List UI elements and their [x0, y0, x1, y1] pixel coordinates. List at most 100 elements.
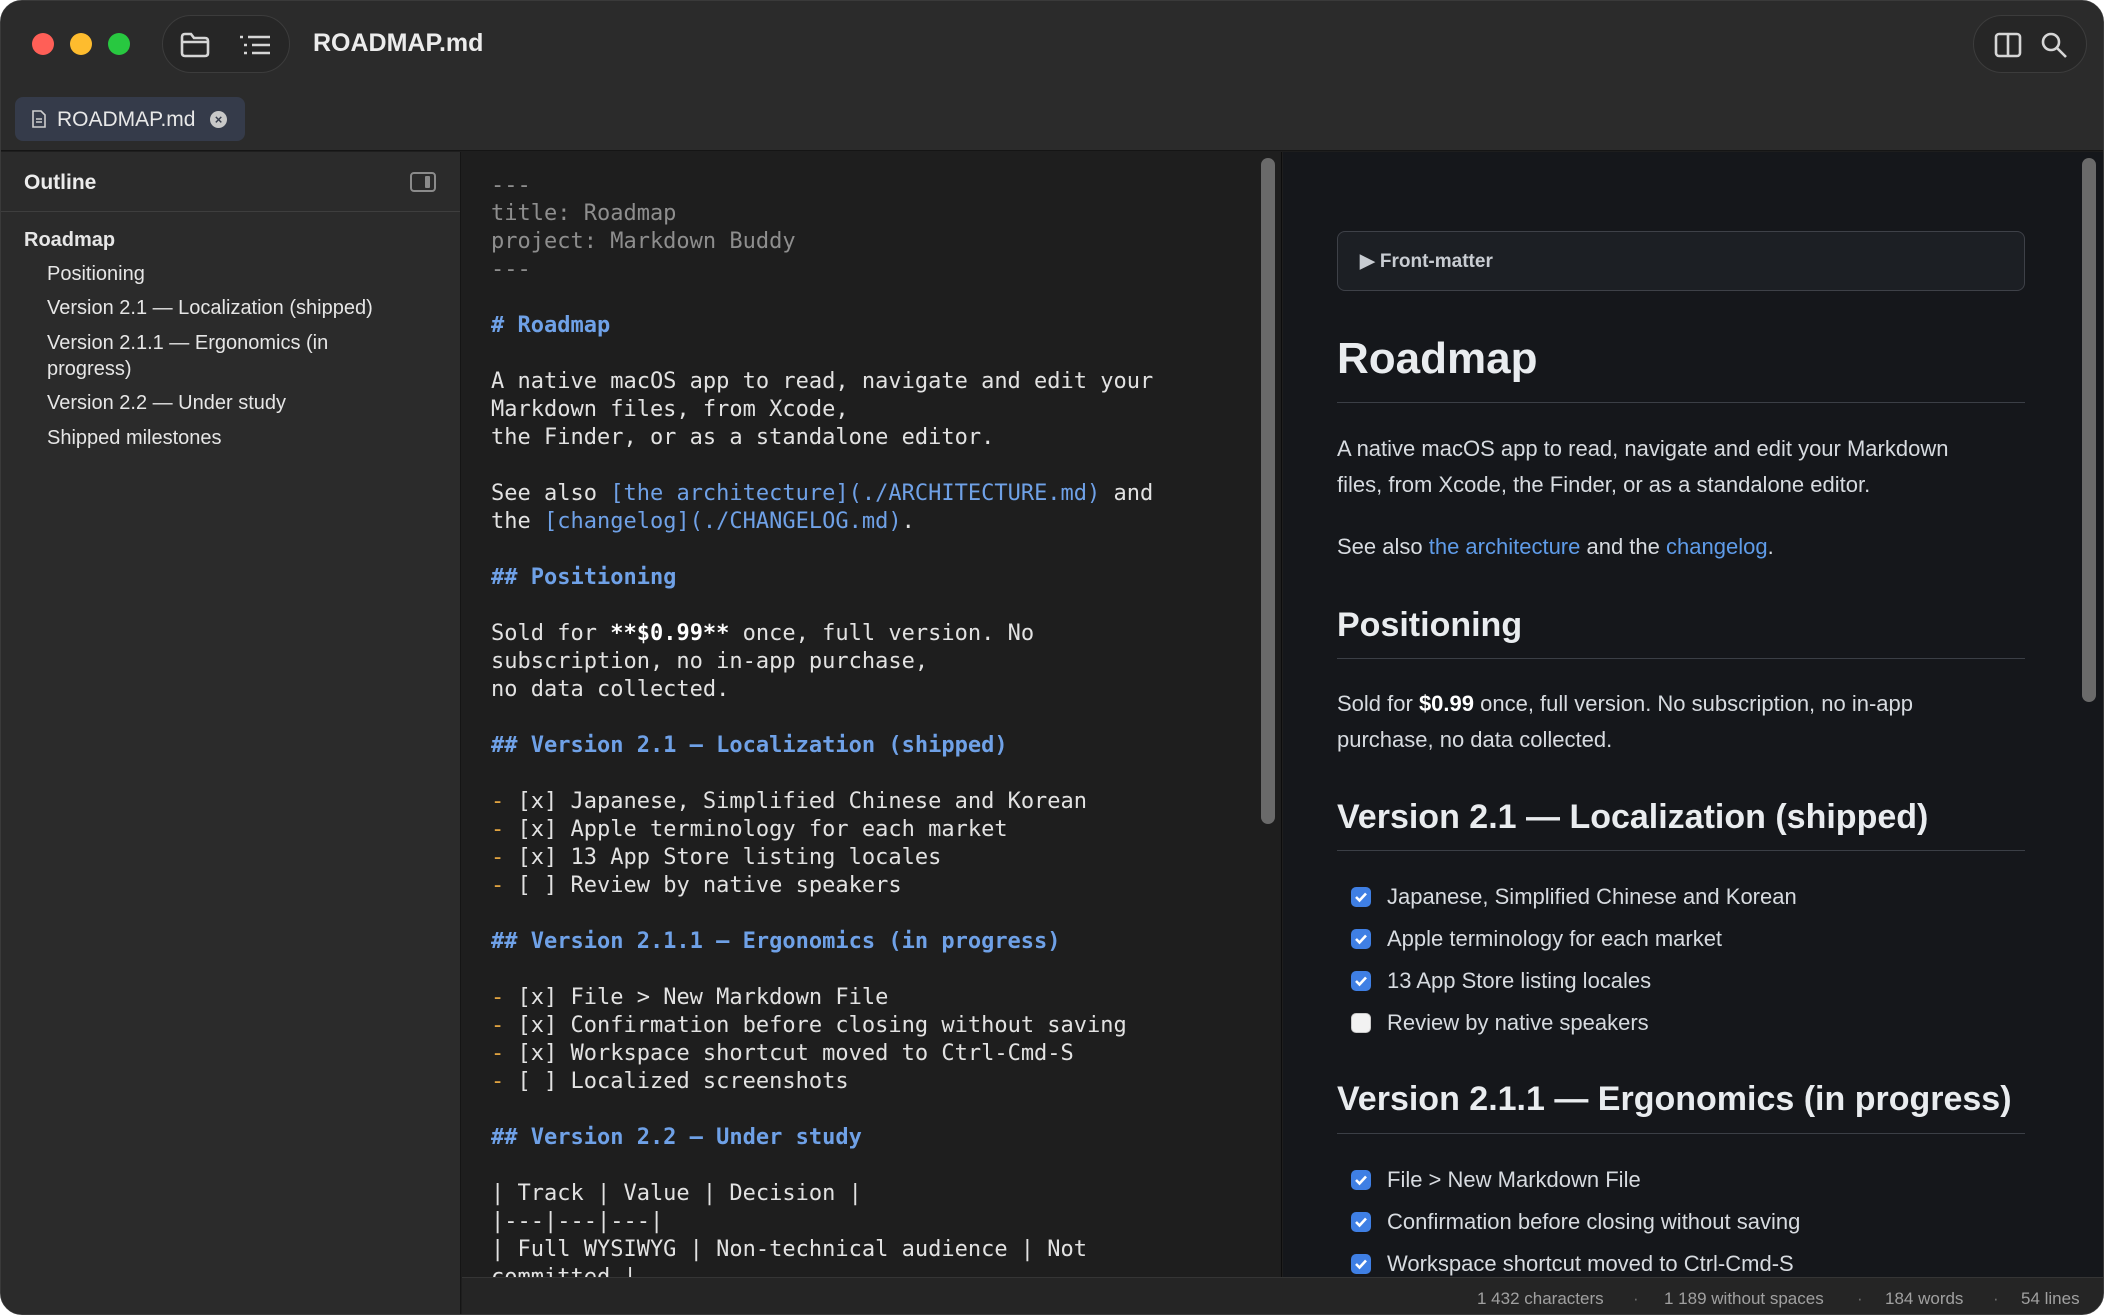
checkbox-checked[interactable]: [1351, 929, 1371, 949]
task-item: Japanese, Simplified Chinese and Korean: [1351, 882, 1797, 912]
markdown-editor[interactable]: --- title: Roadmap project: Markdown Bud…: [462, 152, 1282, 1277]
code-list-item: - [ ] Localized screenshots: [491, 1068, 849, 1096]
code-line: A native macOS app to read, navigate and…: [491, 369, 1154, 394]
preview-paragraph: purchase, no data collected.: [1337, 727, 1613, 752]
code-line: title: Roadmap: [491, 201, 677, 226]
checkbox-checked[interactable]: [1351, 1254, 1371, 1274]
code-bullet: -: [491, 873, 518, 898]
changelog-link[interactable]: changelog: [1666, 534, 1768, 559]
status-separator: ·: [1857, 1289, 1863, 1308]
line-count: 54 lines: [2021, 1289, 2080, 1308]
heading-divider: [1337, 850, 2025, 851]
code-bullet: -: [491, 817, 518, 842]
checkmark-icon: [1355, 1175, 1367, 1186]
sidebar-toggle-icon[interactable]: [410, 172, 436, 192]
checkbox-checked[interactable]: [1351, 887, 1371, 907]
preview-text: once, full version. No subscription, no …: [1474, 691, 1914, 716]
preview-paragraph: Sold for $0.99 once, full version. No su…: [1337, 686, 1913, 722]
heading-divider: [1337, 402, 2025, 403]
outline-toggle-button[interactable]: [235, 26, 275, 64]
code-line: ---: [491, 173, 531, 198]
code-bold: **$0.99**: [610, 621, 730, 646]
outline-item-shipped-milestones[interactable]: Shipped milestones: [47, 425, 222, 451]
code-text: [x] 13 App Store listing locales: [517, 845, 942, 870]
outline-item-version-2-1-1[interactable]: Version 2.1.1 — Ergonomics (in: [47, 330, 328, 356]
code-line: the Finder, or as a standalone editor.: [491, 425, 995, 450]
window-title: ROADMAP.md: [313, 29, 484, 57]
front-matter-disclosure[interactable]: ▶ Front-matter: [1337, 231, 2025, 291]
code-text: [x] Japanese, Simplified Chinese and Kor…: [517, 789, 1088, 814]
task-item: Review by native speakers: [1351, 1008, 1649, 1038]
close-window-button[interactable]: [32, 33, 54, 55]
outline-item-version-2-1[interactable]: Version 2.1 — Localization (shipped): [47, 295, 373, 321]
code-heading: # Roadmap: [491, 313, 611, 338]
code-bullet: -: [491, 985, 518, 1010]
minimize-window-button[interactable]: [70, 33, 92, 55]
task-label: Workspace shortcut moved to Ctrl-Cmd-S: [1387, 1251, 1794, 1276]
checkmark-icon: [1355, 934, 1367, 945]
status-separator: ·: [1633, 1289, 1639, 1308]
code-text: [x] Confirmation before closing without …: [517, 1013, 1127, 1038]
close-tab-icon[interactable]: ×: [210, 111, 227, 128]
code-line: Markdown files, from Xcode,: [491, 397, 849, 422]
maximize-window-button[interactable]: [108, 33, 130, 55]
code-line: project: Markdown Buddy: [491, 229, 796, 254]
task-item: Apple terminology for each market: [1351, 924, 1722, 954]
outline-title: Outline: [24, 171, 97, 194]
code-list-item: - [x] Workspace shortcut moved to Ctrl-C…: [491, 1040, 1074, 1068]
checkbox-checked[interactable]: [1351, 1170, 1371, 1190]
tab-bar: ROADMAP.md ×: [1, 87, 2103, 151]
heading-divider: [1337, 658, 2025, 659]
code-text: Sold for: [491, 621, 611, 646]
code-text: [x] Workspace shortcut moved to Ctrl-Cmd…: [517, 1041, 1074, 1066]
toolbar-left-group: [162, 15, 290, 73]
code-list-item: - [ ] Review by native speakers: [491, 872, 902, 900]
code-line: ---: [491, 257, 531, 282]
code-bullet: -: [491, 1069, 518, 1094]
code-line: | Full WYSIWYG | Non-technical audience …: [491, 1237, 1088, 1262]
toolbar-right-group: [1973, 15, 2087, 73]
code-bullet: -: [491, 845, 518, 870]
editor-scrollbar[interactable]: [1261, 158, 1275, 824]
outline-header: Outline: [1, 152, 460, 212]
tab-roadmap[interactable]: ROADMAP.md ×: [15, 97, 245, 141]
open-folder-button[interactable]: [175, 26, 215, 64]
code-heading: ## Version 2.1.1 — Ergonomics (in progre…: [491, 929, 1061, 954]
split-view-button[interactable]: [1988, 26, 2028, 64]
preview-bold: $0.99: [1418, 691, 1474, 716]
code-list-item: - [x] Japanese, Simplified Chinese and K…: [491, 788, 1087, 816]
code-text: the: [491, 509, 544, 534]
code-link: [changelog](./CHANGELOG.md): [543, 509, 902, 534]
task-label: Apple terminology for each market: [1387, 926, 1723, 951]
architecture-link[interactable]: the architecture: [1429, 534, 1581, 559]
preview-paragraph: A native macOS app to read, navigate and…: [1337, 436, 1949, 461]
code-heading: ## Positioning: [491, 565, 677, 590]
task-label: File > New Markdown File: [1387, 1167, 1641, 1192]
outline-item-version-2-2[interactable]: Version 2.2 — Under study: [47, 390, 286, 416]
preview-scrollbar[interactable]: [2082, 158, 2096, 702]
checkbox-checked[interactable]: [1351, 971, 1371, 991]
outline-item-positioning[interactable]: Positioning: [47, 261, 145, 287]
preview-h2: Version 2.1 — Localization (shipped): [1337, 798, 1929, 836]
code-list-item: - [x] Apple terminology for each market: [491, 816, 1008, 844]
code-text: [x] Apple terminology for each market: [517, 817, 1008, 842]
outline-item-version-2-1-1-cont[interactable]: progress): [47, 356, 131, 382]
word-count: 184 words: [1885, 1289, 1964, 1308]
search-button[interactable]: [2034, 26, 2074, 64]
code-text: [ ] Localized screenshots: [517, 1069, 849, 1094]
code-bullet: -: [491, 789, 518, 814]
task-item: File > New Markdown File: [1351, 1165, 1641, 1195]
code-line: no data collected.: [491, 677, 730, 702]
title-bar: ROADMAP.md: [1, 1, 2103, 87]
preview-h2: Positioning: [1337, 606, 1523, 644]
code-line: committed |: [491, 1264, 637, 1277]
character-count: 1 432 characters: [1477, 1289, 1604, 1308]
task-item: 13 App Store listing locales: [1351, 966, 1651, 996]
code-text: once, full version. No: [729, 621, 1035, 646]
preview-h1: Roadmap: [1337, 334, 1538, 383]
heading-divider: [1337, 1133, 2025, 1134]
checkbox-checked[interactable]: [1351, 1212, 1371, 1232]
outline-item-roadmap[interactable]: Roadmap: [24, 227, 115, 253]
task-item: Confirmation before closing without savi…: [1351, 1207, 1800, 1237]
checkbox-unchecked[interactable]: [1351, 1013, 1371, 1033]
